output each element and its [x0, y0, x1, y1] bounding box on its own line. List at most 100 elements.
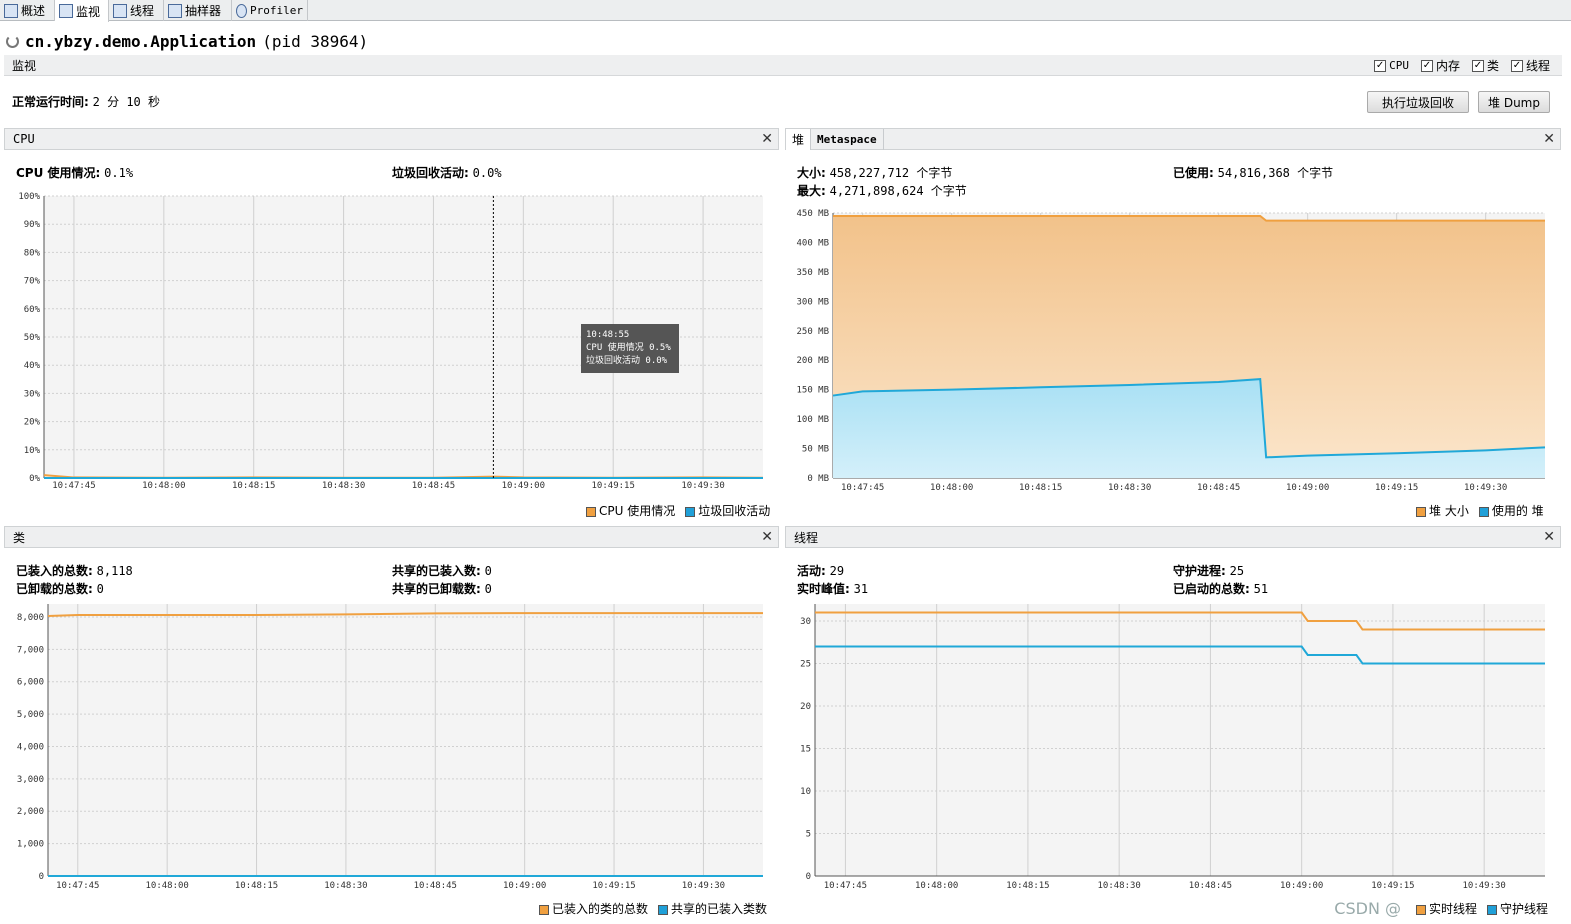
y-tick-label: 0 MB	[807, 474, 829, 484]
tab-profiler[interactable]: Profiler	[232, 0, 308, 21]
heap-max-stat: 最大: 4,271,898,624 个字节	[797, 184, 967, 198]
y-tick-label: 3,000	[17, 775, 44, 785]
x-tick-label: 10:49:00	[502, 481, 545, 491]
y-tick-label: 100%	[18, 192, 40, 202]
main-tab-bar: 概述 监视 线程 抽样器 Profiler	[0, 0, 1571, 22]
loaded-classes-stat: 已装入的总数: 8,118	[16, 564, 133, 578]
classes-legend: 已装入的类的总数 共享的已装入类数	[539, 900, 767, 917]
y-tick-label: 8,000	[17, 613, 44, 623]
y-tick-label: 200 MB	[796, 356, 829, 366]
y-tick-label: 100 MB	[796, 415, 829, 425]
y-tick-label: 300 MB	[796, 297, 829, 307]
heap-panel-header: 堆 Metaspace ✕	[785, 128, 1561, 150]
started-threads-stat: 已启动的总数: 51	[1173, 582, 1269, 596]
y-tick-label: 0%	[29, 474, 40, 484]
classes-chart[interactable]: 0 1,000 2,000 3,000 4,000 5,000 6,000 7,000 8,00…	[0, 596, 780, 896]
x-tick-label: 10:48:15	[235, 881, 278, 891]
x-tick-label: 10:48:15	[1019, 483, 1062, 493]
live-threads-stat: 活动: 29	[797, 564, 845, 578]
cpu-panel-header: CPU ✕	[4, 128, 779, 150]
y-tick-label: 30	[800, 617, 811, 627]
tab-heap[interactable]: 堆	[786, 128, 812, 150]
x-tick-label: 10:47:45	[841, 483, 884, 493]
y-tick-label: 70%	[24, 277, 41, 287]
y-tick-label: 10	[800, 787, 811, 797]
info-icon	[4, 3, 18, 18]
x-tick-label: 10:48:45	[414, 881, 457, 891]
tab-threads[interactable]: 线程	[109, 0, 164, 21]
peak-threads-stat: 实时峰值: 31	[797, 582, 869, 596]
y-tick-label: 450 MB	[796, 209, 829, 219]
monitor-checkboxes: ✓ CPU ✓ 内存 ✓ 类 ✓ 线程	[1374, 55, 1550, 76]
x-tick-label: 10:48:00	[915, 881, 958, 891]
watermark: CSDN @	[1334, 899, 1401, 918]
checkbox-classes[interactable]: ✓ 类	[1471, 57, 1499, 74]
gc-activity-stat: 垃圾回收活动: 0.0%	[392, 166, 502, 180]
sampler-icon	[168, 3, 182, 18]
tab-overview[interactable]: 概述	[0, 0, 55, 21]
x-tick-label: 10:47:45	[52, 481, 95, 491]
close-icon[interactable]: ✕	[761, 131, 773, 147]
y-tick-label: 20%	[24, 418, 41, 428]
loading-icon	[6, 34, 19, 48]
y-tick-label: 400 MB	[796, 238, 829, 248]
x-tick-label: 10:48:00	[142, 481, 185, 491]
tab-monitor[interactable]: 监视	[55, 0, 109, 22]
x-tick-label: 10:49:30	[681, 481, 724, 491]
y-tick-label: 150 MB	[796, 386, 829, 396]
close-icon[interactable]: ✕	[761, 529, 773, 545]
daemon-threads-stat: 守护进程: 25	[1173, 564, 1245, 578]
tab-sampler[interactable]: 抽样器	[164, 0, 232, 21]
x-tick-label: 10:48:15	[232, 481, 275, 491]
close-icon[interactable]: ✕	[1543, 529, 1555, 545]
x-tick-label: 10:49:15	[1371, 881, 1414, 891]
y-tick-label: 250 MB	[796, 327, 829, 337]
plot-area	[48, 604, 763, 876]
y-tick-label: 50 MB	[802, 445, 829, 455]
monitor-title: 监视	[12, 58, 37, 73]
heap-chart[interactable]: 0 MB 50 MB 100 MB 150 MB 200 MB 250 MB 300 MB 3…	[781, 198, 1561, 500]
y-tick-label: 0	[39, 872, 44, 882]
y-tick-label: 4,000	[17, 742, 44, 752]
chart-icon	[59, 4, 73, 18]
uptime: 正常运行时间: 2 分 10 秒	[12, 95, 160, 109]
shared-loaded-stat: 共享的已装入数: 0	[392, 564, 492, 578]
y-tick-label: 15	[800, 745, 811, 755]
threads-chart[interactable]: 0 5 10 15 20 25 30 10:47:45 10:48:00 10:48:15 10:4…	[781, 596, 1561, 896]
checkbox-cpu[interactable]: ✓ CPU	[1374, 59, 1409, 72]
checkbox-threads[interactable]: ✓ 线程	[1510, 57, 1550, 74]
y-tick-label: 60%	[24, 305, 41, 315]
x-tick-label: 10:48:00	[930, 483, 973, 493]
x-tick-label: 10:49:30	[1464, 483, 1507, 493]
x-tick-label: 10:48:00	[145, 881, 188, 891]
y-tick-label: 5	[806, 830, 811, 840]
y-tick-label: 50%	[24, 333, 41, 343]
unloaded-classes-stat: 已卸载的总数: 0	[16, 582, 104, 596]
heap-dump-button[interactable]: 堆 Dump	[1478, 91, 1550, 113]
y-tick-label: 10%	[24, 446, 41, 456]
x-tick-label: 10:49:00	[1286, 483, 1329, 493]
close-icon[interactable]: ✕	[1543, 131, 1555, 147]
plot-area	[815, 604, 1545, 876]
x-tick-label: 10:49:15	[592, 481, 635, 491]
app-name: cn.ybzy.demo.Application	[25, 31, 257, 51]
cpu-usage-stat: CPU 使用情况: 0.1%	[16, 166, 134, 180]
x-tick-label: 10:48:15	[1006, 881, 1049, 891]
x-tick-label: 10:48:45	[412, 481, 455, 491]
y-tick-label: 90%	[24, 220, 41, 230]
x-tick-label: 10:49:00	[503, 881, 546, 891]
checkbox-memory[interactable]: ✓ 内存	[1420, 57, 1460, 74]
y-tick-label: 25	[800, 660, 811, 670]
x-tick-label: 10:49:30	[682, 881, 725, 891]
y-tick-label: 1,000	[17, 840, 44, 850]
heap-used-stat: 已使用: 54,816,368 个字节	[1173, 166, 1334, 180]
monitor-section-header: 监视 ✓ CPU ✓ 内存 ✓ 类 ✓ 线程	[4, 55, 1562, 76]
shared-unloaded-stat: 共享的已卸载数: 0	[392, 582, 492, 596]
tab-metaspace[interactable]: Metaspace	[811, 128, 884, 150]
x-tick-label: 10:49:15	[592, 881, 635, 891]
threads-icon	[113, 3, 127, 18]
perform-gc-button[interactable]: 执行垃圾回收	[1367, 91, 1469, 113]
cpu-legend: CPU 使用情况 垃圾回收活动	[586, 502, 770, 519]
clock-icon	[236, 3, 248, 18]
x-tick-label: 10:49:00	[1280, 881, 1323, 891]
